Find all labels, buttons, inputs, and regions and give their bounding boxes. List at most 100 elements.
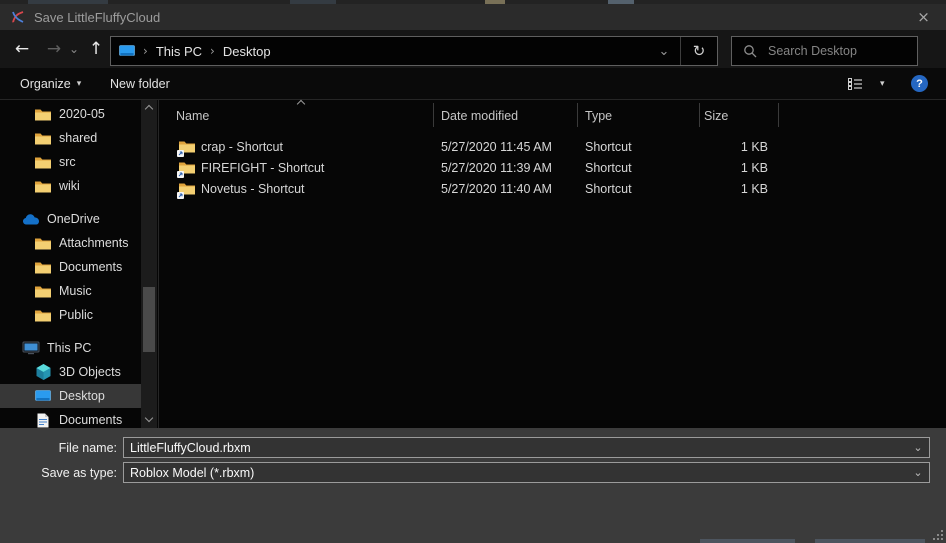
- folder-icon: [34, 237, 52, 250]
- help-icon: ?: [911, 75, 928, 92]
- sidebar-scrollbar[interactable]: [141, 100, 157, 428]
- organize-label: Organize: [20, 77, 71, 91]
- folder-shortcut-icon: [179, 140, 195, 155]
- back-button[interactable]: ←: [8, 34, 36, 64]
- scrollbar-thumb[interactable]: [143, 287, 155, 352]
- breadcrumb-this-pc[interactable]: This PC: [156, 44, 202, 59]
- sidebar-item-desktop[interactable]: Desktop: [0, 384, 141, 408]
- change-view-button[interactable]: [848, 68, 863, 99]
- file-name: FIREFIGHT - Shortcut: [201, 158, 324, 179]
- folder-icon: [34, 261, 52, 274]
- search-input[interactable]: [766, 43, 896, 59]
- breadcrumb-desktop[interactable]: Desktop: [223, 44, 271, 59]
- chevron-down-icon[interactable]: ⌄: [907, 466, 929, 479]
- file-row-novetus-shortcut[interactable]: Novetus - Shortcut 5/27/2020 11:40 AM Sh…: [159, 179, 946, 200]
- breadcrumb-separator: ›: [210, 44, 215, 58]
- file-type: Shortcut: [585, 137, 632, 158]
- document-icon: [34, 413, 52, 428]
- sort-ascending-icon: [297, 100, 305, 108]
- column-header-size[interactable]: Size: [704, 109, 728, 123]
- desktop-icon: [119, 45, 135, 57]
- file-size: 1 KB: [659, 158, 768, 179]
- file-date: 5/27/2020 11:45 AM: [441, 137, 552, 158]
- view-options-dropdown[interactable]: ▾: [874, 68, 885, 99]
- recent-locations-button[interactable]: ⌄: [66, 34, 82, 64]
- file-name: crap - Shortcut: [201, 137, 283, 158]
- sidebar-item-label: Desktop: [59, 389, 105, 403]
- shortcut-arrow-icon: [177, 150, 184, 157]
- up-button[interactable]: ↑: [82, 34, 110, 64]
- column-header-type[interactable]: Type: [585, 109, 612, 123]
- resize-grip[interactable]: [941, 538, 943, 540]
- column-resizer[interactable]: [778, 103, 779, 127]
- folder-tree-sidebar: 2020-05 shared src wiki OneDrive Attachm…: [0, 100, 157, 428]
- save-as-type-value: Roblox Model (*.rbxm): [124, 466, 907, 480]
- chevron-up-icon: [145, 105, 153, 113]
- window-title: Save LittleFluffyCloud: [34, 10, 160, 25]
- sidebar-item-attachments[interactable]: Attachments: [0, 231, 141, 255]
- sidebar-item-public[interactable]: Public: [0, 303, 141, 327]
- sidebar-item-onedrive[interactable]: OneDrive: [0, 207, 141, 231]
- sidebar-item-label: Music: [59, 284, 92, 298]
- chevron-down-icon: [145, 413, 153, 421]
- sidebar-item-label: This PC: [47, 341, 91, 355]
- scroll-down-button[interactable]: [141, 412, 157, 426]
- sidebar-item-3d-objects[interactable]: 3D Objects: [0, 360, 141, 384]
- search-icon: [743, 44, 757, 58]
- novetus-app-icon: [10, 9, 26, 25]
- file-name-input[interactable]: [124, 441, 907, 455]
- sidebar-item-shared[interactable]: shared: [0, 126, 141, 150]
- sidebar-item-label: Attachments: [59, 236, 128, 250]
- breadcrumb-separator: ›: [143, 44, 148, 58]
- file-name-label: File name:: [0, 441, 117, 455]
- bottom-panel: File name: ⌄ Save as type: Roblox Model …: [0, 428, 946, 543]
- close-button[interactable]: ×: [901, 4, 946, 30]
- sidebar-item-music[interactable]: Music: [0, 279, 141, 303]
- file-row-crap-shortcut[interactable]: crap - Shortcut 5/27/2020 11:45 AM Short…: [159, 137, 946, 158]
- file-row-firefight-shortcut[interactable]: FIREFIGHT - Shortcut 5/27/2020 11:39 AM …: [159, 158, 946, 179]
- folder-icon: [34, 180, 52, 193]
- sidebar-item-2020-05[interactable]: 2020-05: [0, 102, 141, 126]
- new-folder-button[interactable]: New folder: [110, 68, 170, 99]
- column-header-date[interactable]: Date modified: [441, 109, 518, 123]
- column-header-name[interactable]: Name: [176, 109, 209, 123]
- onedrive-cloud-icon: [22, 213, 40, 225]
- chevron-down-icon[interactable]: ⌄: [907, 441, 929, 454]
- help-button[interactable]: ?: [911, 68, 928, 99]
- column-resizer[interactable]: [433, 103, 434, 127]
- file-date: 5/27/2020 11:40 AM: [441, 179, 552, 200]
- organize-menu-button[interactable]: Organize ▾: [20, 68, 81, 99]
- forward-button[interactable]: →: [40, 34, 68, 64]
- save-as-type-select[interactable]: Roblox Model (*.rbxm) ⌄: [123, 462, 930, 483]
- address-bar[interactable]: › This PC › Desktop ⌄ ↻: [110, 36, 718, 66]
- folder-shortcut-icon: [179, 182, 195, 197]
- scroll-up-button[interactable]: [141, 102, 157, 116]
- refresh-button[interactable]: ↻: [681, 37, 717, 65]
- folder-icon: [34, 132, 52, 145]
- column-resizer[interactable]: [699, 103, 700, 127]
- column-resizer[interactable]: [577, 103, 578, 127]
- folder-icon: [34, 285, 52, 298]
- sidebar-item-documents-thispc[interactable]: Documents: [0, 408, 141, 428]
- sidebar-item-label: shared: [59, 131, 97, 145]
- save-as-type-label: Save as type:: [0, 466, 117, 480]
- search-box[interactable]: [731, 36, 918, 66]
- navigation-bar: ← → ⌄ ↑ › This PC › Desktop ⌄ ↻: [0, 30, 946, 68]
- sidebar-item-label: src: [59, 155, 76, 169]
- sidebar-item-src[interactable]: src: [0, 150, 141, 174]
- file-name: Novetus - Shortcut: [201, 179, 305, 200]
- file-size: 1 KB: [659, 179, 768, 200]
- sidebar-item-label: Documents: [59, 260, 122, 274]
- details-view-icon: [848, 78, 863, 90]
- file-name-combobox[interactable]: ⌄: [123, 437, 930, 458]
- sidebar-item-documents-onedrive[interactable]: Documents: [0, 255, 141, 279]
- folder-icon: [34, 108, 52, 121]
- sidebar-item-this-pc[interactable]: This PC: [0, 336, 141, 360]
- folder-shortcut-icon: [179, 161, 195, 176]
- file-type: Shortcut: [585, 158, 632, 179]
- address-dropdown-button[interactable]: ⌄: [648, 37, 680, 65]
- sidebar-item-label: OneDrive: [47, 212, 100, 226]
- computer-icon: [22, 341, 40, 355]
- sidebar-item-wiki[interactable]: wiki: [0, 174, 141, 198]
- sidebar-item-label: 3D Objects: [59, 365, 121, 379]
